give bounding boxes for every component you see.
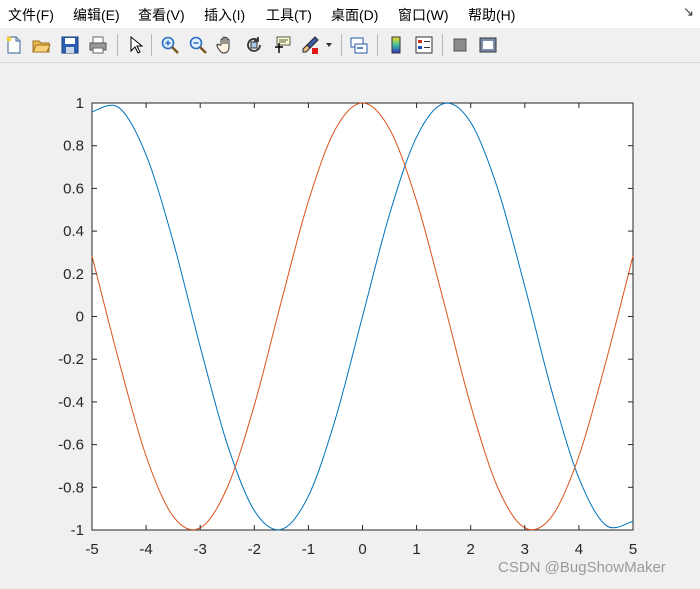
x-tick-label: -3 bbox=[194, 541, 207, 558]
menu-window[interactable]: 窗口(W) bbox=[398, 5, 449, 25]
toolbar-separator bbox=[377, 34, 378, 56]
toolbar-separator bbox=[442, 34, 443, 56]
menu-bar: 文件(F) 编辑(E) 查看(V) 插入(I) 工具(T) 桌面(D) 窗口(W… bbox=[0, 0, 700, 28]
figure-area: -5 -4 -3 -2 -1 0 1 2 3 4 5 -1 -0.8 -0.6 -0.4 -0.2 0 0.2 0.… bbox=[0, 62, 700, 589]
y-tick-label: 0.2 bbox=[63, 266, 84, 283]
colorbar-icon[interactable] bbox=[384, 33, 408, 57]
y-tick-label: 0.4 bbox=[63, 223, 84, 240]
zoom-in-icon[interactable] bbox=[158, 33, 182, 57]
watermark-text: CSDN @BugShowMaker bbox=[498, 559, 666, 576]
figure-toolbar bbox=[0, 29, 700, 63]
y-tick-label: 0.6 bbox=[63, 180, 84, 197]
new-file-icon[interactable] bbox=[2, 33, 26, 57]
x-tick-label: 4 bbox=[575, 541, 583, 558]
x-tick-label: -4 bbox=[139, 541, 152, 558]
show-plot-tools-icon[interactable] bbox=[476, 33, 500, 57]
open-folder-icon[interactable] bbox=[29, 33, 53, 57]
axes-plot[interactable]: -5 -4 -3 -2 -1 0 1 2 3 4 5 -1 -0.8 -0.6 -0.4 -0.2 0 0.2 0.… bbox=[0, 62, 700, 589]
menu-help[interactable]: 帮助(H) bbox=[468, 5, 515, 25]
y-tick-label: -0.6 bbox=[58, 437, 84, 454]
zoom-out-icon[interactable] bbox=[186, 33, 210, 57]
y-tick-label: 1 bbox=[76, 95, 84, 112]
hide-plot-tools-icon[interactable] bbox=[448, 33, 472, 57]
print-icon[interactable] bbox=[86, 33, 110, 57]
menu-tools[interactable]: 工具(T) bbox=[266, 5, 312, 25]
dock-figure-icon[interactable]: ↘ bbox=[683, 4, 694, 20]
menu-insert[interactable]: 插入(I) bbox=[204, 5, 245, 25]
x-tick-label: 5 bbox=[629, 541, 637, 558]
link-plot-icon[interactable] bbox=[347, 33, 371, 57]
menu-edit[interactable]: 编辑(E) bbox=[73, 5, 120, 25]
y-tick-label: -0.8 bbox=[58, 479, 84, 496]
legend-icon[interactable] bbox=[412, 33, 436, 57]
toolbar-separator bbox=[151, 34, 152, 56]
pan-hand-icon[interactable] bbox=[214, 33, 238, 57]
x-tick-label: 3 bbox=[521, 541, 529, 558]
dropdown-arrow-icon[interactable] bbox=[322, 33, 336, 57]
rotate-3d-icon[interactable] bbox=[242, 33, 266, 57]
y-tick-label: -1 bbox=[71, 522, 84, 539]
data-cursor-icon[interactable] bbox=[270, 33, 294, 57]
save-icon[interactable] bbox=[58, 33, 82, 57]
y-tick-label: -0.4 bbox=[58, 394, 84, 411]
x-tick-label: -2 bbox=[248, 541, 261, 558]
x-tick-label: 0 bbox=[358, 541, 366, 558]
menu-file[interactable]: 文件(F) bbox=[8, 5, 54, 25]
brush-icon[interactable] bbox=[298, 33, 322, 57]
y-tick-label: 0 bbox=[76, 309, 84, 326]
select-arrow-icon[interactable] bbox=[123, 33, 147, 57]
menu-view[interactable]: 查看(V) bbox=[138, 5, 185, 25]
toolbar-separator bbox=[117, 34, 118, 56]
x-tick-label: 2 bbox=[467, 541, 475, 558]
y-tick-label: -0.2 bbox=[58, 351, 84, 368]
menu-desktop[interactable]: 桌面(D) bbox=[331, 5, 378, 25]
x-tick-label: -1 bbox=[302, 541, 315, 558]
y-tick-label: 0.8 bbox=[63, 138, 84, 155]
x-tick-label: 1 bbox=[412, 541, 420, 558]
toolbar-separator bbox=[341, 34, 342, 56]
x-tick-label: -5 bbox=[85, 541, 98, 558]
